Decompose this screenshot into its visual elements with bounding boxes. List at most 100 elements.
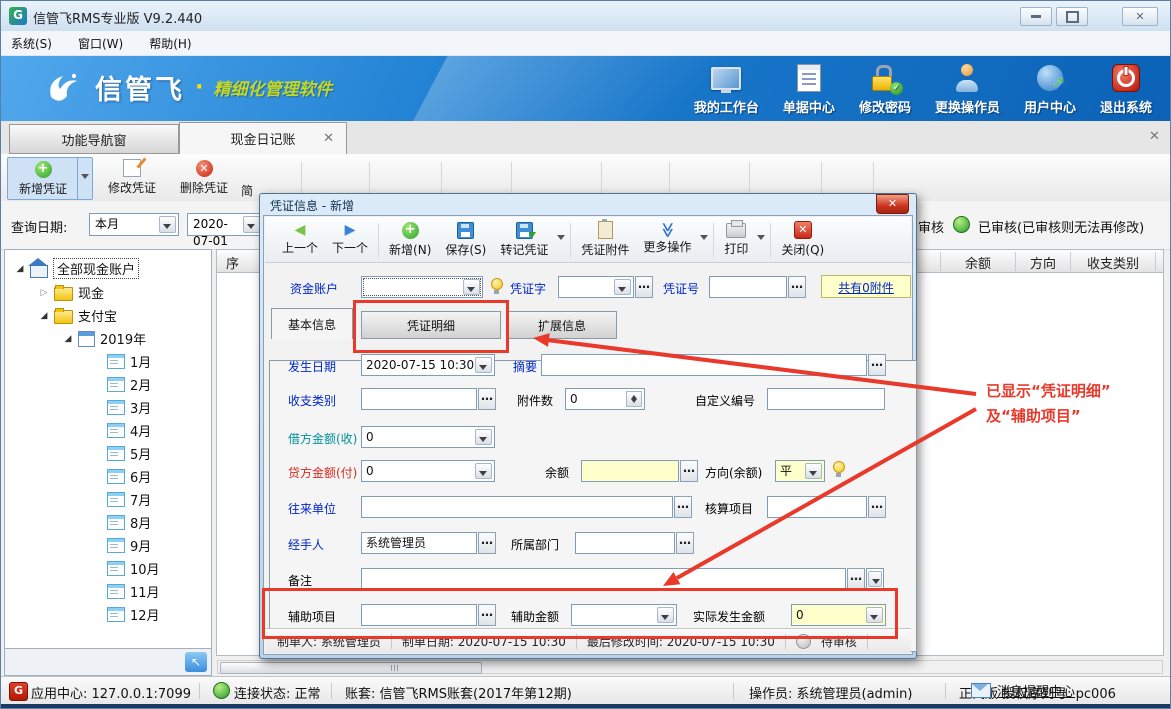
credit-combo[interactable]: 0 [361, 460, 495, 482]
switch-operator-button[interactable]: 更换操作员 [927, 62, 1008, 116]
tree-item-month-10[interactable]: 10月 [107, 558, 160, 579]
next-button[interactable]: ▶下一个 [325, 219, 375, 260]
combo-arrow-icon[interactable] [159, 216, 176, 233]
col-category[interactable]: 收支类别 [1071, 253, 1155, 272]
tab-voucher-detail[interactable]: 凭证明细 [361, 311, 501, 339]
aux-amount-combo[interactable] [571, 604, 677, 626]
tree-item-month-9[interactable]: 9月 [107, 535, 151, 556]
add-voucher-button[interactable]: + 新增凭证 [7, 157, 79, 200]
new-button[interactable]: +新增(N) [382, 219, 438, 260]
remark-dropdown[interactable] [866, 568, 884, 590]
combo-arrow-icon[interactable] [614, 279, 631, 295]
remark-browse-button[interactable] [847, 568, 865, 590]
save-button[interactable]: 保存(S) [438, 219, 493, 260]
voucher-word-combo[interactable] [558, 276, 634, 298]
aux-item-browse-button[interactable] [478, 604, 496, 626]
voucher-no-browse-button[interactable] [788, 276, 806, 298]
category-browse-button[interactable] [478, 388, 496, 410]
remark-input[interactable] [361, 568, 846, 590]
horizontal-scrollbar[interactable] [217, 660, 1163, 674]
expander-open-icon[interactable]: ◢ [63, 334, 73, 344]
tree-item-month-4[interactable]: 4月 [107, 420, 151, 441]
menu-system[interactable]: 系统(S) [11, 35, 52, 52]
minimize-button[interactable] [1020, 7, 1052, 26]
date-combo[interactable]: 2020-07-15 10:30 [361, 354, 495, 376]
item-input[interactable] [767, 496, 867, 518]
partial-button-label[interactable]: 简 [241, 182, 253, 199]
user-center-button[interactable]: ➚ 用户中心 [1016, 62, 1084, 116]
combo-arrow-icon[interactable] [243, 216, 260, 233]
col-balance[interactable]: 余额 [941, 253, 1015, 272]
tree-item-month-3[interactable]: 3月 [107, 397, 151, 418]
dept-input[interactable] [575, 532, 675, 554]
prev-button[interactable]: ◀上一个 [275, 219, 325, 260]
summary-input[interactable] [541, 354, 867, 376]
balance-input[interactable] [581, 460, 679, 482]
change-password-button[interactable]: ✓ 修改密码 [851, 62, 919, 116]
tree-item-month-12[interactable]: 12月 [107, 604, 160, 625]
collapse-sidebar-button[interactable]: ↖ [185, 652, 207, 672]
voucher-no-input[interactable] [709, 276, 787, 298]
menu-help[interactable]: 帮助(H) [149, 35, 191, 52]
tree-item-cash[interactable]: ▷ 现金 [39, 282, 104, 303]
scrollbar-thumb[interactable] [220, 662, 482, 674]
tab-nav-window[interactable]: 功能导航窗 [9, 124, 179, 154]
tree-item-month-6[interactable]: 6月 [107, 466, 151, 487]
aux-item-input[interactable] [361, 604, 477, 626]
transfer-dropdown[interactable] [555, 219, 567, 260]
close-dialog-button[interactable]: ✕关闭(Q) [774, 219, 831, 260]
handler-input[interactable]: 系统管理员 [361, 532, 477, 554]
attach-count-spinner[interactable]: 0 [565, 388, 645, 410]
category-input[interactable] [361, 388, 477, 410]
combo-arrow-icon[interactable] [475, 463, 492, 479]
more-actions-button[interactable]: ≫更多操作 [636, 219, 698, 260]
transfer-voucher-button[interactable]: 转记凭证 [493, 219, 555, 260]
col-seq[interactable]: 序 [226, 253, 239, 272]
tree-item-alipay[interactable]: ◢ 支付宝 [39, 305, 117, 326]
print-button[interactable]: 打印 [717, 219, 755, 260]
more-actions-dropdown[interactable] [698, 219, 710, 260]
summary-browse-button[interactable] [868, 354, 886, 376]
menu-window[interactable]: 窗口(W) [78, 35, 123, 52]
tab-extended-info[interactable]: 扩展信息 [507, 311, 617, 339]
col-direction[interactable]: 方向 [1016, 253, 1070, 272]
voucher-attachment-button[interactable]: 凭证附件 [574, 219, 636, 260]
delete-voucher-button[interactable]: ✕ 删除凭证 [171, 157, 237, 198]
voucher-word-browse-button[interactable] [635, 276, 653, 298]
spinner-arrows-icon[interactable] [626, 391, 642, 407]
expander-closed-icon[interactable]: ▷ [39, 288, 49, 298]
dept-browse-button[interactable] [676, 532, 694, 554]
message-center-link[interactable]: 消息提醒中心 [997, 681, 1075, 700]
document-center-button[interactable]: 单据中心 [775, 62, 843, 116]
combo-arrow-icon[interactable] [475, 429, 492, 445]
combo-arrow-icon[interactable] [657, 607, 674, 623]
partner-browse-button[interactable] [674, 496, 692, 518]
tab-cash-journal[interactable]: 现金日记账 ✕ [179, 122, 347, 154]
combo-arrow-icon[interactable] [866, 607, 883, 623]
tree-item-month-1[interactable]: 1月 [107, 351, 151, 372]
tree-item-month-2[interactable]: 2月 [107, 374, 151, 395]
item-browse-button[interactable] [868, 496, 886, 518]
tree-item-month-7[interactable]: 7月 [107, 489, 151, 510]
tree-item-month-8[interactable]: 8月 [107, 512, 151, 533]
custom-no-input[interactable] [767, 388, 885, 410]
tree-item-month-11[interactable]: 11月 [107, 581, 160, 602]
partner-input[interactable] [361, 496, 673, 518]
handler-browse-button[interactable] [478, 532, 496, 554]
dialog-close-button[interactable]: ✕ [876, 194, 909, 214]
direction-combo[interactable]: 平 [775, 460, 825, 482]
close-button[interactable]: ✕ [1122, 7, 1158, 26]
tab-basic-info[interactable]: 基本信息 [271, 308, 353, 339]
tree-item-year-2019[interactable]: ◢ 2019年 [63, 328, 146, 349]
attachment-count-box[interactable]: 共有0附件 [821, 275, 911, 298]
tree-item-all-accounts[interactable]: ◢ 全部现金账户 [15, 258, 139, 279]
balance-browse-button[interactable] [680, 460, 698, 482]
maximize-button[interactable] [1056, 7, 1088, 26]
message-center[interactable]: 消息提醒中心 [971, 681, 1075, 700]
query-period-combo[interactable]: 本月 [89, 213, 179, 236]
account-combo[interactable] [361, 276, 483, 298]
add-voucher-dropdown[interactable] [77, 157, 93, 200]
workbench-button[interactable]: 我的工作台 [686, 62, 767, 116]
expander-open-icon[interactable]: ◢ [39, 311, 49, 321]
print-dropdown[interactable] [755, 219, 767, 260]
